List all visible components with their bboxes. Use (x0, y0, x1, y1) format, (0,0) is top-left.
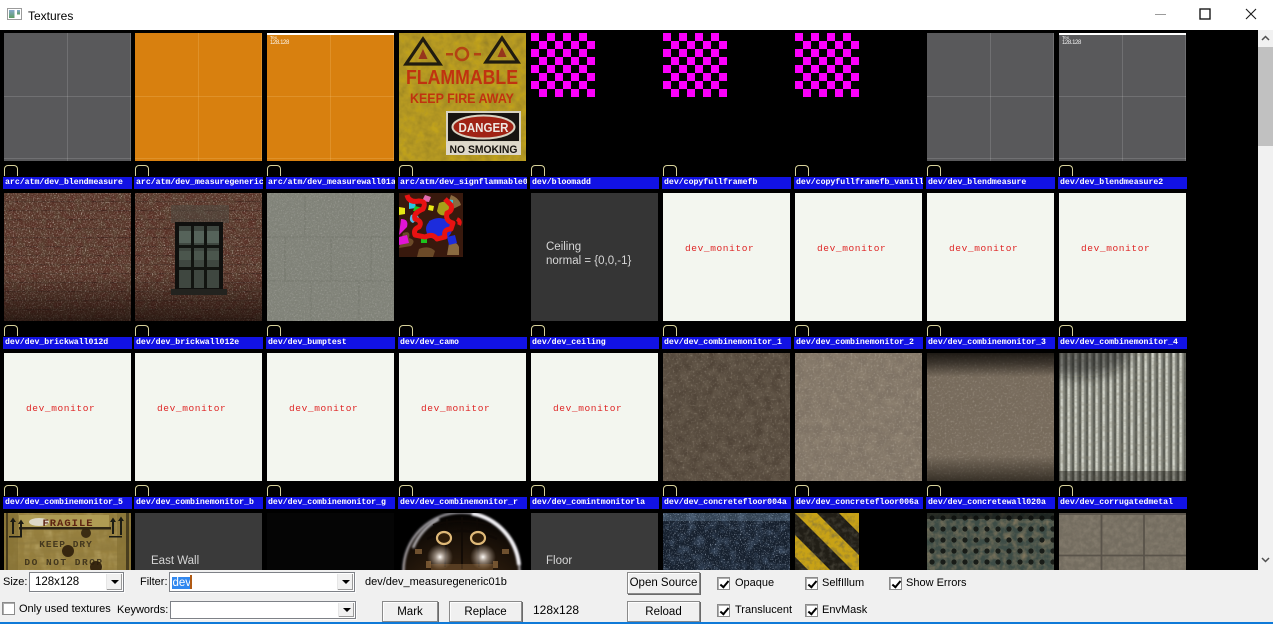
svg-text:KEEP FIRE AWAY: KEEP FIRE AWAY (410, 91, 514, 106)
svg-text:FLAMMABLE: FLAMMABLE (406, 66, 518, 89)
svg-text:DANGER: DANGER (459, 121, 509, 135)
svg-text:NO SMOKING: NO SMOKING (450, 144, 518, 156)
